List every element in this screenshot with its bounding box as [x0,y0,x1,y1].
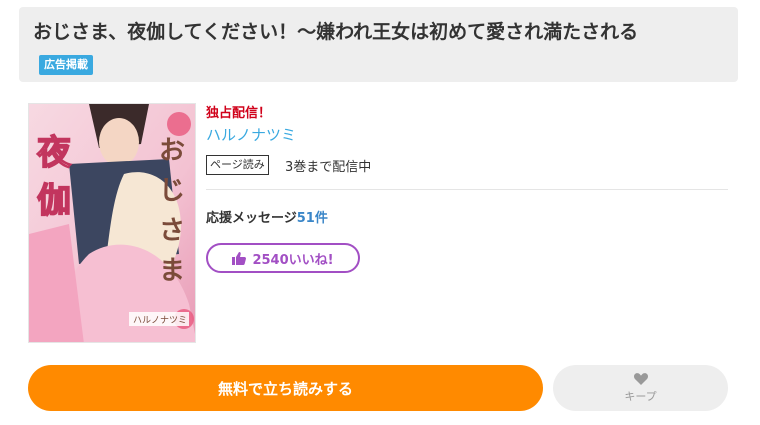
cover-title-char-6: ま [159,256,185,286]
cover-title-char-4: じ [159,176,185,206]
cheer-count: 51件 [296,211,328,226]
page-title: おじさま、夜伽してください！～嫌われ王女は初めて愛され満たされる [33,21,639,43]
like-button[interactable]: 2540いいね! [206,243,360,273]
author-link[interactable]: ハルノナツミ [206,124,296,145]
cheer-label: 応援メッセージ [206,211,297,226]
page-read-badge: ページ読み [206,155,269,175]
title-box: おじさま、夜伽してください！～嫌われ王女は初めて愛され満たされる 広告掲載 [19,7,738,82]
cover-title-char-1: 夜 [36,133,72,173]
heart-icon [633,372,648,388]
volumes-status: 3巻まで配信中 [285,160,372,175]
cover-title-char-3: お [159,136,185,166]
keep-button[interactable]: キープ [553,365,728,411]
thumbs-up-icon [232,251,247,265]
keep-label: キープ [624,389,657,403]
book-cover[interactable]: 夜 伽 お じ さ ま ハルノナツミ [28,103,196,343]
free-read-button[interactable]: 無料で立ち読みする [28,365,543,411]
cover-title-char-2: 伽 [37,181,71,221]
ad-badge: 広告掲載 [39,55,93,75]
cover-title-char-5: さ [159,216,185,246]
cover-illustration: 夜 伽 お じ さ ま ハルノナツミ [29,104,195,342]
divider [206,189,728,190]
cheer-messages[interactable]: 応援メッセージ51件 [206,207,328,226]
exclusive-label: 独占配信！ [206,106,272,121]
cover-author: ハルノナツミ [133,315,187,326]
like-count-label: 2540いいね! [252,252,334,268]
